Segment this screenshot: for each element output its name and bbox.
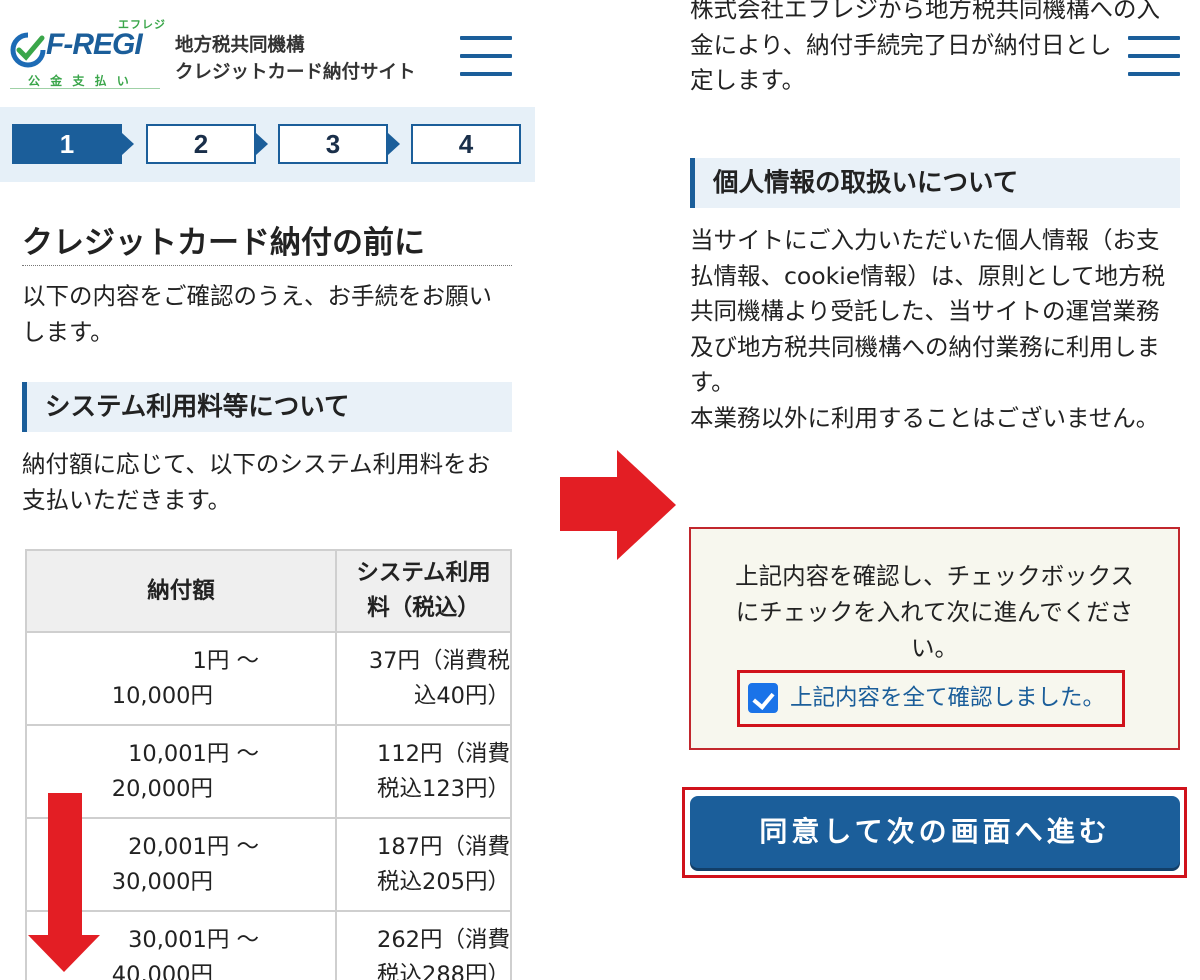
amount-to: 40,000円 bbox=[111, 961, 213, 980]
amount-from: 20,001円 ～ bbox=[128, 833, 259, 860]
menu-bar bbox=[460, 54, 512, 58]
amount-cell: 1円 ～ 10,000円 bbox=[25, 631, 337, 726]
intro-text: 以下の内容をご確認のうえ、お手続をお願い します。 bbox=[22, 282, 492, 346]
arrow-right-icon bbox=[560, 450, 676, 560]
privacy-section-heading-text: 個人情報の取扱いについて bbox=[713, 168, 1019, 198]
menu-bar bbox=[460, 36, 512, 40]
agree-next-button[interactable]: 同意して次の画面へ進む bbox=[690, 796, 1180, 868]
title-divider bbox=[22, 265, 512, 266]
amount-to: 10,000円 bbox=[111, 682, 213, 709]
confirm-checkbox-label[interactable]: 上記内容を全て確認しました。 bbox=[790, 673, 1105, 724]
step-1: 1 bbox=[12, 124, 134, 164]
menu-bar bbox=[1128, 72, 1180, 76]
page-title: クレジットカード納付の前に bbox=[22, 225, 425, 261]
fee-cell: 112円（消費 税込123円） bbox=[335, 724, 512, 819]
privacy-section-heading: 個人情報の取扱いについて bbox=[690, 158, 1180, 208]
menu-bar bbox=[1128, 54, 1180, 58]
fee-section-heading-text: システム利用料等について bbox=[45, 392, 350, 422]
step-3: 3 bbox=[278, 124, 400, 164]
table-row: 10,001円 ～ 20,000円 112円（消費 税込123円） bbox=[25, 724, 512, 819]
table-row: 30,001円 ～ 40,000円 262円（消費 税込288円） bbox=[25, 910, 512, 980]
fee-cell: 187円（消費 税込205円） bbox=[335, 817, 512, 912]
amount-from: 10,001円 ～ bbox=[128, 740, 259, 767]
confirm-checkbox[interactable] bbox=[748, 683, 778, 713]
table-row: 20,001円 ～ 30,000円 187円（消費 税込205円） bbox=[25, 817, 512, 912]
hamburger-menu-icon[interactable] bbox=[1128, 35, 1180, 79]
amount-from: 1円 ～ bbox=[192, 647, 259, 674]
submit-button-highlight: 同意して次の画面へ進む bbox=[682, 787, 1187, 878]
fee-table: 納付額 システム利用 料（税込） 1円 ～ 10,000円 37円（消費税 込4… bbox=[25, 549, 512, 980]
amount-cell: 20,001円 ～ 30,000円 bbox=[25, 817, 337, 912]
amount-to: 30,000円 bbox=[111, 868, 213, 895]
fee-section-heading: システム利用料等について bbox=[22, 382, 512, 432]
header-fee: システム利用 料（税込） bbox=[335, 549, 512, 633]
step-2: 2 bbox=[146, 124, 268, 164]
table-row: 1円 ～ 10,000円 37円（消費税 込40円） bbox=[25, 631, 512, 726]
step-indicator: 1 2 3 4 bbox=[0, 107, 535, 182]
fee-cell: 37円（消費税 込40円） bbox=[335, 631, 512, 726]
left-screen: エフレジ F-REGI 公 金 支 払 い 地方税共同機構 クレジットカード納付… bbox=[0, 0, 535, 980]
site-name: クレジットカード納付サイト bbox=[175, 62, 416, 83]
menu-bar bbox=[1128, 36, 1180, 40]
f-regi-logo-icon bbox=[10, 32, 46, 68]
logo-tagline: 公 金 支 払 い bbox=[28, 74, 132, 88]
previous-section-text: 株式会社エフレジから地方税共同機構への入 金により、納付手続完了日が納付日とし … bbox=[690, 0, 1160, 94]
table-header-row: 納付額 システム利用 料（税込） bbox=[25, 549, 512, 633]
hamburger-menu-icon[interactable] bbox=[460, 35, 512, 79]
confirm-checkbox-row[interactable]: 上記内容を全て確認しました。 bbox=[737, 670, 1125, 727]
f-regi-logo[interactable]: エフレジ F-REGI 公 金 支 払 い bbox=[10, 14, 170, 92]
logo-underline bbox=[10, 88, 160, 89]
right-screen: 株式会社エフレジから地方税共同機構への入 金により、納付手続完了日が納付日とし … bbox=[675, 0, 1195, 980]
logo-wordmark: F-REGI bbox=[46, 28, 143, 61]
consent-box: 上記内容を確認し、チェックボックス にチェックを入れて次に進んでくださ い。 上… bbox=[689, 527, 1180, 750]
amount-from: 30,001円 ～ bbox=[128, 926, 259, 953]
privacy-section-text: 当サイトにご入力いただいた個人情報（お支 払情報、cookie情報）は、原則とし… bbox=[690, 226, 1166, 432]
menu-bar bbox=[460, 72, 512, 76]
org-name: 地方税共同機構 bbox=[175, 35, 305, 56]
fee-cell: 262円（消費 税込288円） bbox=[335, 910, 512, 980]
amount-cell: 10,001円 ～ 20,000円 bbox=[25, 724, 337, 819]
consent-instruction: 上記内容を確認し、チェックボックス にチェックを入れて次に進んでくださ い。 bbox=[735, 562, 1134, 662]
header-amount: 納付額 bbox=[25, 549, 337, 633]
amount-cell: 30,001円 ～ 40,000円 bbox=[25, 910, 337, 980]
fee-section-text: 納付額に応じて、以下のシステム利用料をお 支払いただきます。 bbox=[22, 450, 491, 514]
amount-to: 20,000円 bbox=[111, 775, 213, 802]
step-4: 4 bbox=[411, 124, 521, 164]
